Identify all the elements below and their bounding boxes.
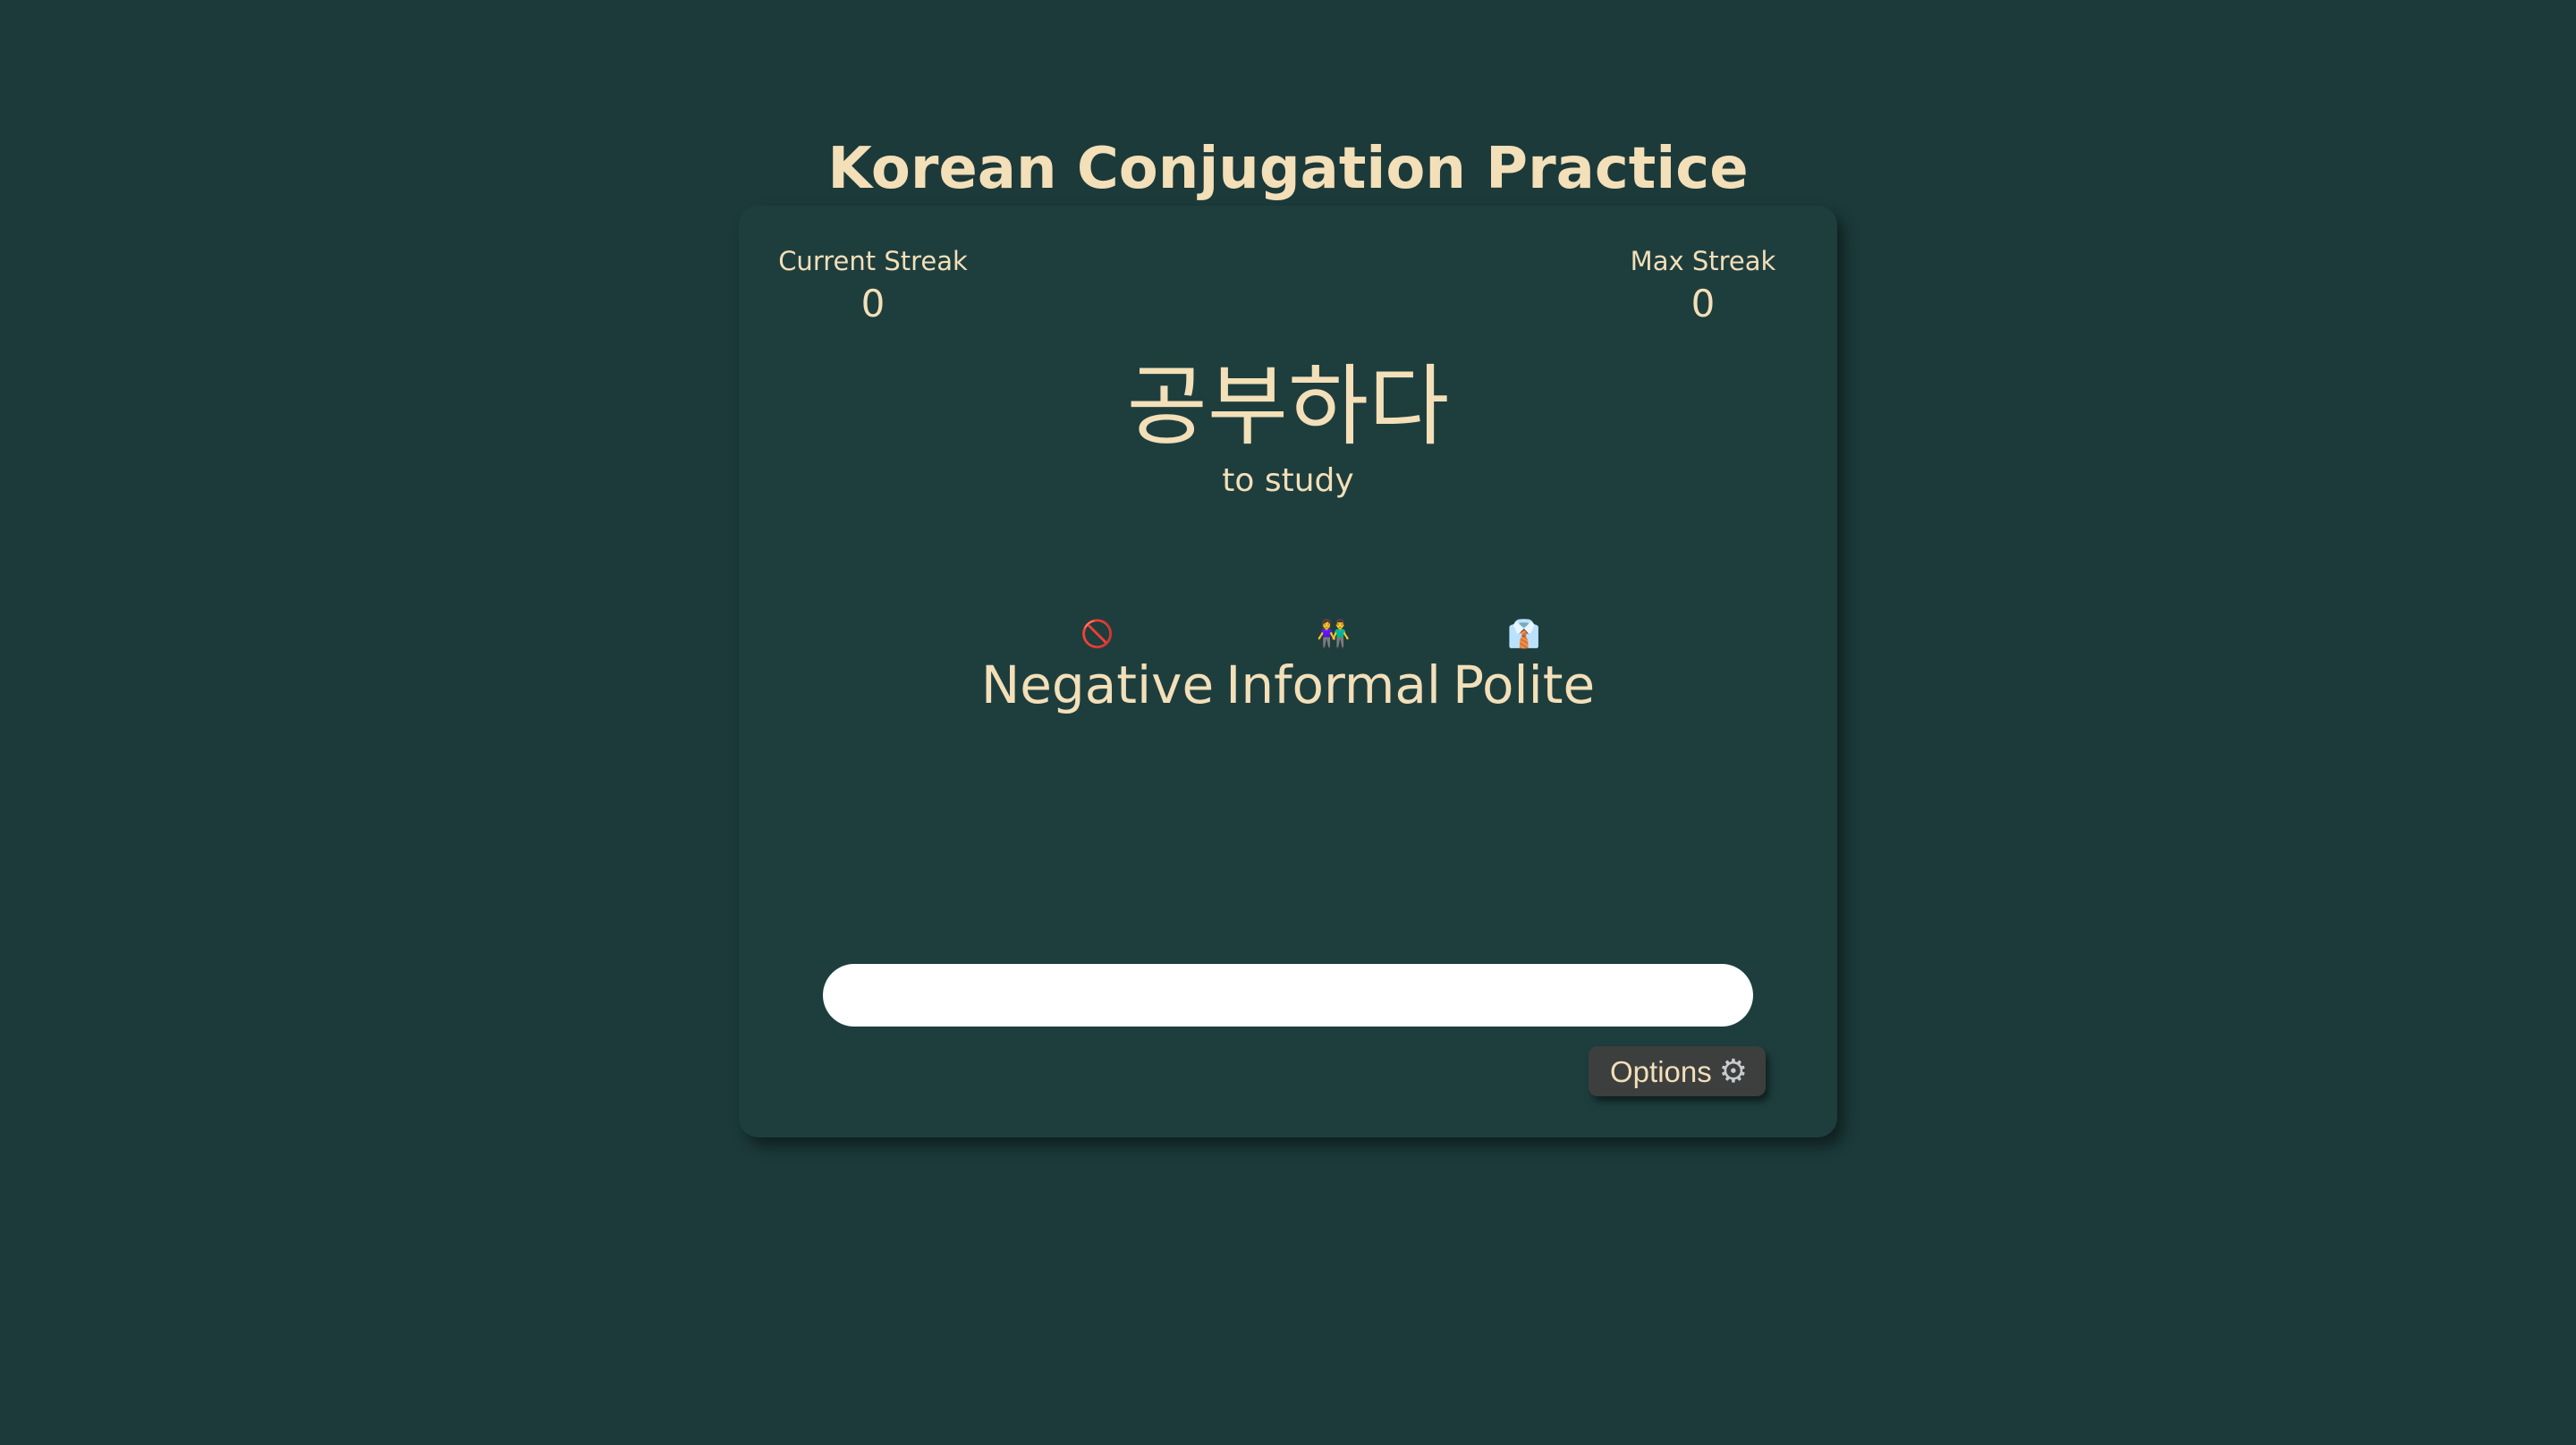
page-title: Korean Conjugation Practice xyxy=(827,135,1749,202)
verb-meaning: to study xyxy=(1222,462,1354,499)
tag-informal: 👫 Informal xyxy=(1225,617,1441,717)
two-people-icon: 👫 xyxy=(1316,619,1351,650)
necktie-shirt-icon: 👔 xyxy=(1506,619,1541,650)
verb-prompt: 공부하다 xyxy=(1126,356,1450,458)
conjugation-tags: 🚫 Negative 👫 Informal 👔 Polite xyxy=(739,617,1837,717)
max-streak-label: Max Streak xyxy=(1630,246,1776,276)
answer-input[interactable] xyxy=(823,964,1753,1027)
max-streak-value: 0 xyxy=(1690,282,1716,325)
tag-negative: 🚫 Negative xyxy=(981,617,1214,717)
tag-polite: 👔 Polite xyxy=(1453,617,1595,717)
gear-icon: ⚙ xyxy=(1718,1052,1749,1089)
current-streak: Current Streak 0 xyxy=(775,243,971,329)
options-label: Options xyxy=(1610,1055,1712,1088)
options-button[interactable]: Options ⚙ xyxy=(1589,1046,1767,1096)
tag-label-negative: Negative xyxy=(980,655,1215,715)
current-streak-label: Current Streak xyxy=(778,246,968,276)
tag-label-informal: Informal xyxy=(1225,655,1441,715)
max-streak: Max Streak 0 xyxy=(1605,243,1801,329)
prohibited-icon: 🚫 xyxy=(1080,619,1114,650)
practice-card: Current Streak 0 Max Streak 0 공부하다 to st… xyxy=(739,206,1837,1137)
tag-label-polite: Polite xyxy=(1453,655,1596,715)
current-streak-value: 0 xyxy=(860,282,886,325)
